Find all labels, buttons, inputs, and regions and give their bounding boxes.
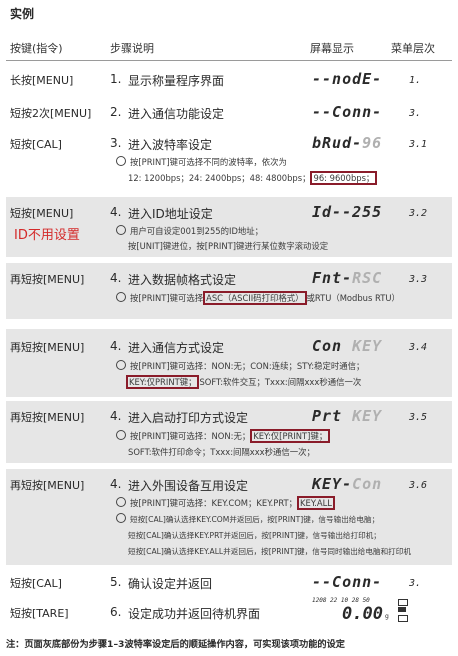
indicator-icon: [398, 607, 406, 612]
circle-bullet-icon: [116, 513, 126, 523]
header-key: 按键(指令): [10, 42, 63, 55]
row-note: SOFT:软件打印命令；Txxx:间隔xxx秒通信一次；: [128, 447, 315, 457]
row-note: 用户可自设定001到255的ID地址；: [116, 224, 263, 239]
highlight-box: KEY.ALL: [297, 496, 335, 510]
lcd-standby-display: 1208 22 10 28 50 0.00 g: [312, 597, 412, 627]
row-key-annotation: ID不用设置: [14, 228, 80, 243]
lcd-unit: g: [385, 613, 389, 620]
row-key: 再短按[MENU]: [10, 411, 85, 424]
row-display: --Conn-: [312, 103, 383, 121]
row-num: 6.: [110, 605, 122, 619]
row-display: --nodE-: [312, 70, 383, 88]
page-title: 实例: [10, 7, 35, 21]
row-num: 4.: [110, 339, 122, 353]
row-key: 长按[MENU]: [10, 74, 74, 87]
row-step: 设定成功并返回待机界面: [128, 607, 261, 621]
row-menu: 3.1: [409, 139, 428, 150]
row-menu: 3.6: [409, 480, 428, 491]
header-display: 屏幕显示: [310, 42, 354, 55]
row-menu: 3.5: [409, 412, 428, 423]
row-num: 4.: [110, 271, 122, 285]
header-steps: 步骤说明: [110, 42, 154, 55]
indicator-icon: [398, 615, 408, 622]
table-row: 短按[CAL] 3. 进入波特率设定 bRud-96 3.1 按[PRINT]键…: [6, 127, 452, 193]
circle-bullet-icon: [116, 360, 126, 370]
header-divider: [6, 60, 452, 61]
footer-note: 注：页面灰底部份为步骤1–3波特率设定后的顺延操作内容，可实现该项功能的设定: [6, 639, 345, 650]
row-menu: 3.2: [409, 208, 428, 219]
circle-bullet-icon: [116, 156, 126, 166]
row-key: 短按[MENU]: [10, 207, 74, 220]
table-row: 再短按[MENU] 4. 进入数据帧格式设定 Fnt-RSC 3.3 按[PRI…: [6, 263, 452, 319]
battery-icon: [398, 599, 408, 606]
row-key: 再短按[MENU]: [10, 341, 85, 354]
row-note: 短按[CAL]确认选择KEY.COM并返回后，按[PRINT]键，信号输出给电脑…: [116, 512, 379, 527]
row-note: 按[UNIT]键进位，按[PRINT]键进行某位数字滚动设定: [128, 241, 329, 251]
row-num: 5.: [110, 575, 122, 589]
highlight-box: KEY:仅PRINT键；: [126, 375, 200, 389]
row-note: 按[PRINT]键可选择 ASC（ASCII码打印格式） 或RTU（Modbus R…: [116, 291, 400, 306]
row-display: bRud-96: [312, 134, 383, 152]
row-note: 按[PRINT]键可选择：NON:无； KEY:仅[PRINT]键；: [116, 429, 331, 444]
table-row: 短按[MENU] ID不用设置 4. 进入ID地址设定 Id--255 3.2 …: [6, 197, 452, 257]
table-row: 短按2次[MENU] 2. 进入通信功能设定 --Conn- 3.: [6, 97, 452, 127]
table-row: 再短按[MENU] 4. 进入启动打印方式设定 Prt KEY 3.5 按[PR…: [6, 401, 452, 463]
row-display: --Conn-: [312, 573, 383, 591]
row-key: 短按[CAL]: [10, 138, 62, 151]
row-display: Prt KEY: [312, 407, 383, 425]
row-note: 按[PRINT]键可选择不同的波特率，依次为: [116, 155, 287, 170]
lcd-weight: 0.00: [342, 604, 383, 624]
row-num: 4.: [110, 205, 122, 219]
row-step: 进入数据帧格式设定: [128, 273, 237, 287]
row-step: 进入启动打印方式设定: [128, 411, 249, 425]
row-display: Fnt-RSC: [312, 269, 383, 287]
table-row: 短按[CAL] 5. 确认设定并返回 --Conn- 3.: [6, 567, 452, 595]
row-note: 按[PRINT]键可选择：NON:无；CON:连续；STY:稳定时通信；: [116, 359, 364, 374]
row-key: 再短按[MENU]: [10, 273, 85, 286]
row-display: KEY-Con: [312, 475, 383, 493]
highlight-box: KEY:仅[PRINT]键；: [250, 429, 331, 443]
row-menu: 3.4: [409, 342, 428, 353]
header-menu: 菜单层次: [391, 42, 435, 55]
circle-bullet-icon: [116, 225, 126, 235]
row-key: 短按2次[MENU]: [10, 107, 92, 120]
row-key: 短按[TARE]: [10, 607, 69, 620]
row-note: 短按[CAL]确认选择KEY.PRT并返回后，按[PRINT]键，信号输出给打印…: [128, 531, 381, 540]
row-num: 2.: [110, 105, 122, 119]
circle-bullet-icon: [116, 292, 126, 302]
row-key: 再短按[MENU]: [10, 479, 85, 492]
row-num: 1.: [110, 72, 122, 86]
row-note: 12: 1200bps；24: 2400bps；48: 4800bps； 96: …: [128, 171, 378, 186]
row-step: 进入ID地址设定: [128, 207, 213, 221]
row-display: Id--255: [312, 203, 383, 221]
row-step: 进入外围设备互用设定: [128, 479, 249, 493]
row-step: 确认设定并返回: [128, 577, 213, 591]
row-menu: 1.: [409, 75, 422, 86]
row-key: 短按[CAL]: [10, 577, 62, 590]
row-note: 短按[CAL]确认选择KEY.ALL并返回后，按[PRINT]键，信号同时输出给…: [128, 547, 411, 556]
row-step: 进入通信功能设定: [128, 107, 225, 121]
lcd-date-time: 1208 22 10 28 50: [312, 597, 370, 604]
row-num: 4.: [110, 477, 122, 491]
row-num: 4.: [110, 409, 122, 423]
row-step: 进入波特率设定: [128, 138, 213, 152]
row-note: KEY:仅PRINT键； SOFT:软件交互；Txxx:间隔xxx秒通信一次: [126, 375, 361, 390]
row-num: 3.: [110, 136, 122, 150]
highlight-box: ASC（ASCII码打印格式）: [203, 291, 307, 305]
row-note: 按[PRINT]键可选择：KEY.COM；KEY.PRT； KEY.ALL: [116, 496, 335, 511]
table-row: 再短按[MENU] 4. 进入通信方式设定 Con KEY 3.4 按[PRIN…: [6, 329, 452, 397]
row-step: 显示称量程序界面: [128, 74, 225, 88]
row-menu: 3.: [409, 108, 422, 119]
row-step: 进入通信方式设定: [128, 341, 225, 355]
highlight-box: 96: 9600bps；: [310, 171, 378, 185]
circle-bullet-icon: [116, 430, 126, 440]
row-menu: 3.: [409, 578, 422, 589]
circle-bullet-icon: [116, 497, 126, 507]
row-menu: 3.3: [409, 274, 428, 285]
table-row: 再短按[MENU] 4. 进入外围设备互用设定 KEY-Con 3.6 按[PR…: [6, 469, 452, 565]
table-row: 长按[MENU] 1. 显示称量程序界面 --nodE- 1.: [6, 63, 452, 97]
row-display: Con KEY: [312, 337, 383, 355]
